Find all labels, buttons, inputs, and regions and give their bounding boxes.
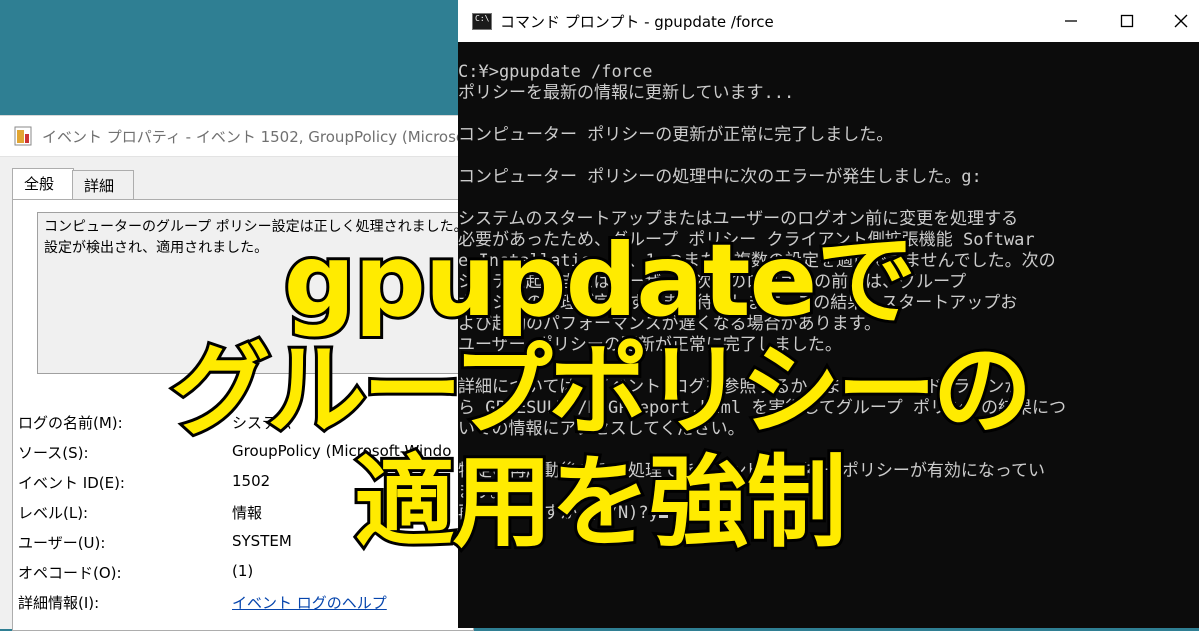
- close-icon[interactable]: [1168, 8, 1194, 34]
- cmd-titlebar[interactable]: C:\ コマンド プロンプト - gpupdate /force: [458, 0, 1199, 42]
- maximize-icon[interactable]: [1114, 8, 1140, 34]
- event-window-titlebar[interactable]: イベント プロパティ - イベント 1502, GroupPolicy (Mic…: [0, 116, 481, 157]
- minimize-icon[interactable]: [1058, 8, 1084, 34]
- tab-general[interactable]: 全般: [12, 168, 74, 200]
- headline-line-2: グループポリシーの: [168, 332, 1036, 449]
- event-viewer-icon: [14, 126, 32, 146]
- more-info-label: 詳細情報(I):: [18, 594, 100, 612]
- headline-line-3: 適用を強制: [352, 444, 850, 561]
- opcode-label: オペコード(O):: [18, 564, 122, 582]
- console-line: コンピューター ポリシーの更新が正常に完了しました。: [458, 125, 894, 145]
- cmd-icon: C:\: [472, 13, 492, 30]
- console-line: コンピューター ポリシーの処理中に次のエラーが発生しました。g:: [458, 167, 982, 187]
- console-line: C:¥>gpupdate /force: [458, 62, 653, 82]
- tab-details[interactable]: 詳細: [72, 170, 134, 200]
- event-log-help-link[interactable]: イベント ログのヘルプ: [232, 592, 387, 613]
- event-window-title: イベント プロパティ - イベント 1502, GroupPolicy (Mic…: [42, 128, 482, 146]
- console-line: ポリシーを最新の情報に更新しています...: [458, 83, 795, 103]
- opcode-value: (1): [232, 562, 254, 580]
- cmd-window-title: コマンド プロンプト - gpupdate /force: [500, 13, 774, 31]
- headline-line-1: gpupdateで: [281, 222, 920, 339]
